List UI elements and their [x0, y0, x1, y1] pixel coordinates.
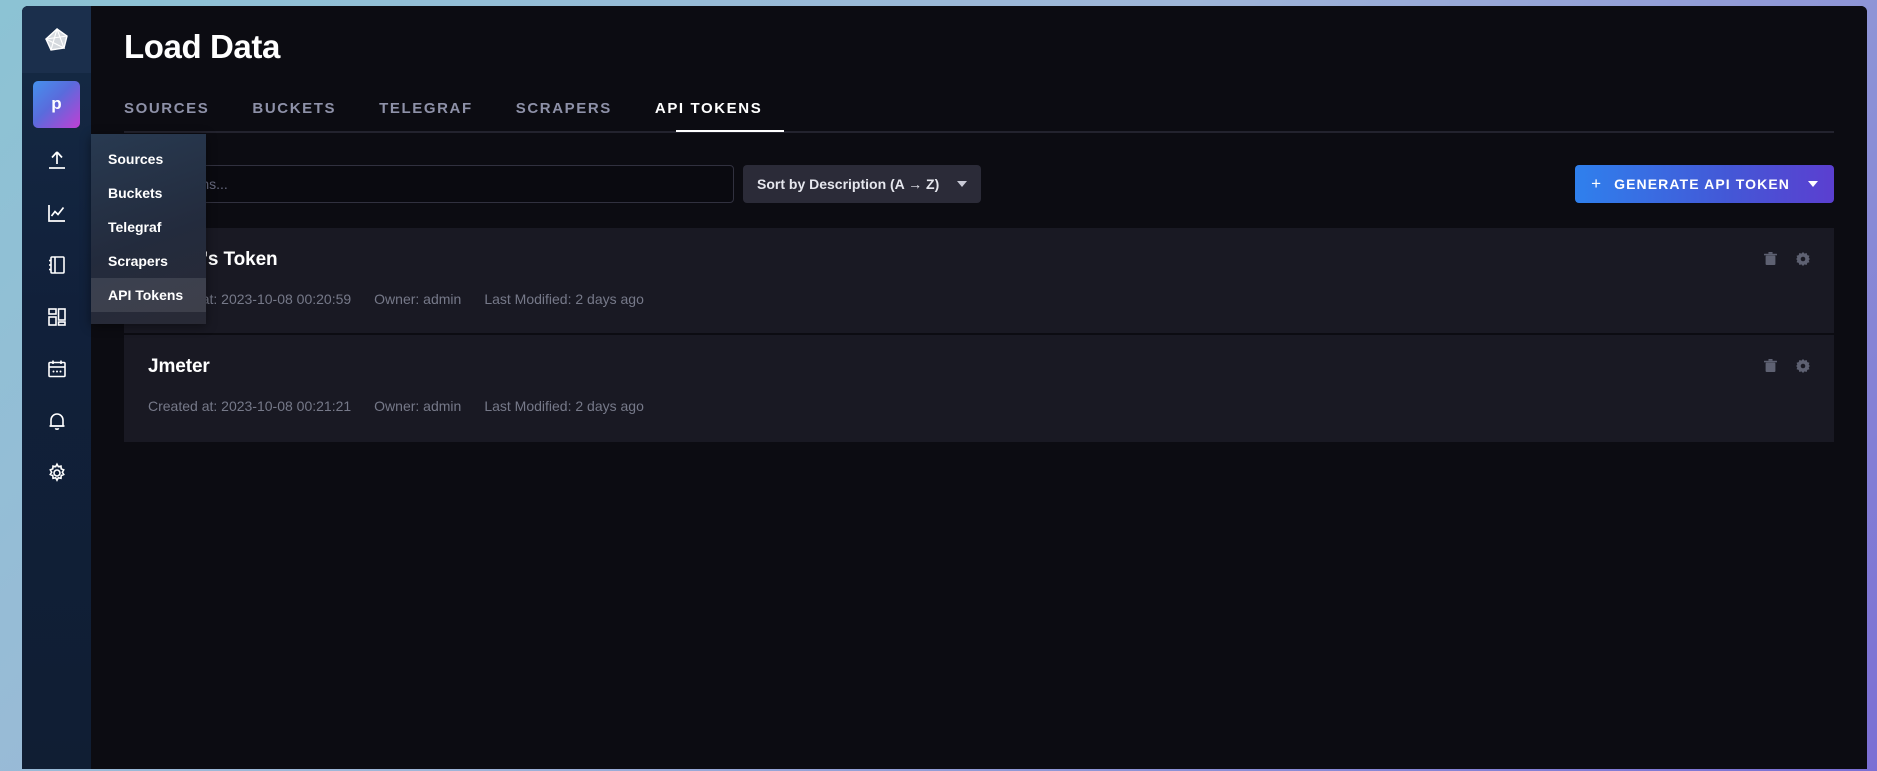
sidebar-item-notebooks[interactable] — [22, 239, 91, 291]
gear-icon[interactable] — [1796, 359, 1810, 378]
token-meta: Created at: 2023-10-08 00:20:59 Owner: a… — [148, 291, 1810, 307]
chevron-down-icon — [957, 181, 967, 187]
sort-dropdown[interactable]: Sort by Description (A → Z) — [743, 165, 981, 203]
sidebar-item-alerts[interactable] — [22, 395, 91, 447]
page-title: Load Data — [124, 28, 280, 65]
dashboards-grid-icon — [46, 306, 68, 328]
generate-api-token-label: GENERATE API TOKEN — [1614, 176, 1790, 192]
active-tab-underline — [676, 130, 784, 132]
tab-buckets[interactable]: BUCKETS — [252, 100, 336, 131]
plus-icon: + — [1591, 174, 1602, 193]
main-content: Load Data SOURCES BUCKETS TELEGRAF SCRAP… — [91, 6, 1867, 769]
token-meta: Created at: 2023-10-08 00:21:21 Owner: a… — [148, 398, 1810, 414]
search-input-wrapper[interactable] — [124, 165, 734, 203]
table-row[interactable]: Jmeter Created at: 2023-10-08 00:21:21 O… — [124, 335, 1834, 442]
chevron-down-icon[interactable] — [1808, 181, 1818, 187]
menu-item-buckets[interactable]: Buckets — [91, 176, 206, 210]
alerts-bell-icon — [46, 410, 68, 432]
menu-item-api-tokens[interactable]: API Tokens — [91, 278, 206, 312]
load-data-upload-icon — [46, 150, 68, 172]
menu-item-scrapers[interactable]: Scrapers — [91, 244, 206, 278]
menu-item-sources[interactable]: Sources — [91, 142, 206, 176]
tab-telegraf[interactable]: TELEGRAF — [379, 100, 473, 131]
notebooks-book-icon — [46, 254, 68, 276]
token-name[interactable]: Jmeter — [148, 356, 1810, 378]
token-name[interactable]: admin's Token — [148, 249, 1810, 271]
token-owner: Owner: admin — [374, 291, 462, 307]
load-data-flyout-menu: Sources Buckets Telegraf Scrapers API To… — [91, 134, 206, 324]
gear-icon[interactable] — [1796, 252, 1810, 271]
search-input[interactable] — [137, 176, 721, 192]
table-row[interactable]: admin's Token Created at: 2023-10-08 00:… — [124, 228, 1834, 335]
generate-api-token-button[interactable]: + GENERATE API TOKEN — [1575, 165, 1834, 203]
token-modified: Last Modified: 2 days ago — [484, 398, 644, 414]
tasks-calendar-icon — [46, 358, 68, 380]
tab-sources[interactable]: SOURCES — [124, 100, 209, 131]
org-initial: p — [33, 80, 80, 128]
menu-item-telegraf[interactable]: Telegraf — [91, 210, 206, 244]
trash-icon[interactable] — [1764, 359, 1777, 378]
tab-scrapers[interactable]: SCRAPERS — [516, 100, 612, 131]
sort-dropdown-label: Sort by Description (A → Z) — [757, 176, 940, 192]
row-actions — [1764, 252, 1810, 271]
sidebar-item-data-explorer[interactable] — [22, 187, 91, 239]
org-avatar[interactable]: p — [22, 73, 91, 135]
left-sidebar: p — [22, 6, 91, 769]
settings-gear-icon — [46, 462, 68, 484]
token-owner: Owner: admin — [374, 398, 462, 414]
sidebar-item-tasks[interactable] — [22, 343, 91, 395]
sidebar-item-settings[interactable] — [22, 447, 91, 499]
token-modified: Last Modified: 2 days ago — [484, 291, 644, 307]
tokens-toolbar: Sort by Description (A → Z) + GENERATE A… — [124, 165, 1834, 203]
tab-api-tokens[interactable]: API TOKENS — [655, 100, 762, 131]
tab-bar: SOURCES BUCKETS TELEGRAF SCRAPERS API TO… — [124, 100, 1867, 131]
row-actions — [1764, 359, 1810, 378]
sidebar-item-load-data[interactable] — [22, 135, 91, 187]
app-window: p Load Data SOURCES BUCKETS TELEGRAF SCR… — [22, 6, 1867, 769]
influxdb-logo-icon[interactable] — [22, 6, 91, 73]
sidebar-item-dashboards[interactable] — [22, 291, 91, 343]
data-explorer-graph-icon — [46, 202, 68, 224]
api-tokens-list: admin's Token Created at: 2023-10-08 00:… — [124, 228, 1834, 442]
trash-icon[interactable] — [1764, 252, 1777, 271]
tab-divider — [124, 130, 1834, 133]
token-created: Created at: 2023-10-08 00:21:21 — [148, 398, 352, 414]
